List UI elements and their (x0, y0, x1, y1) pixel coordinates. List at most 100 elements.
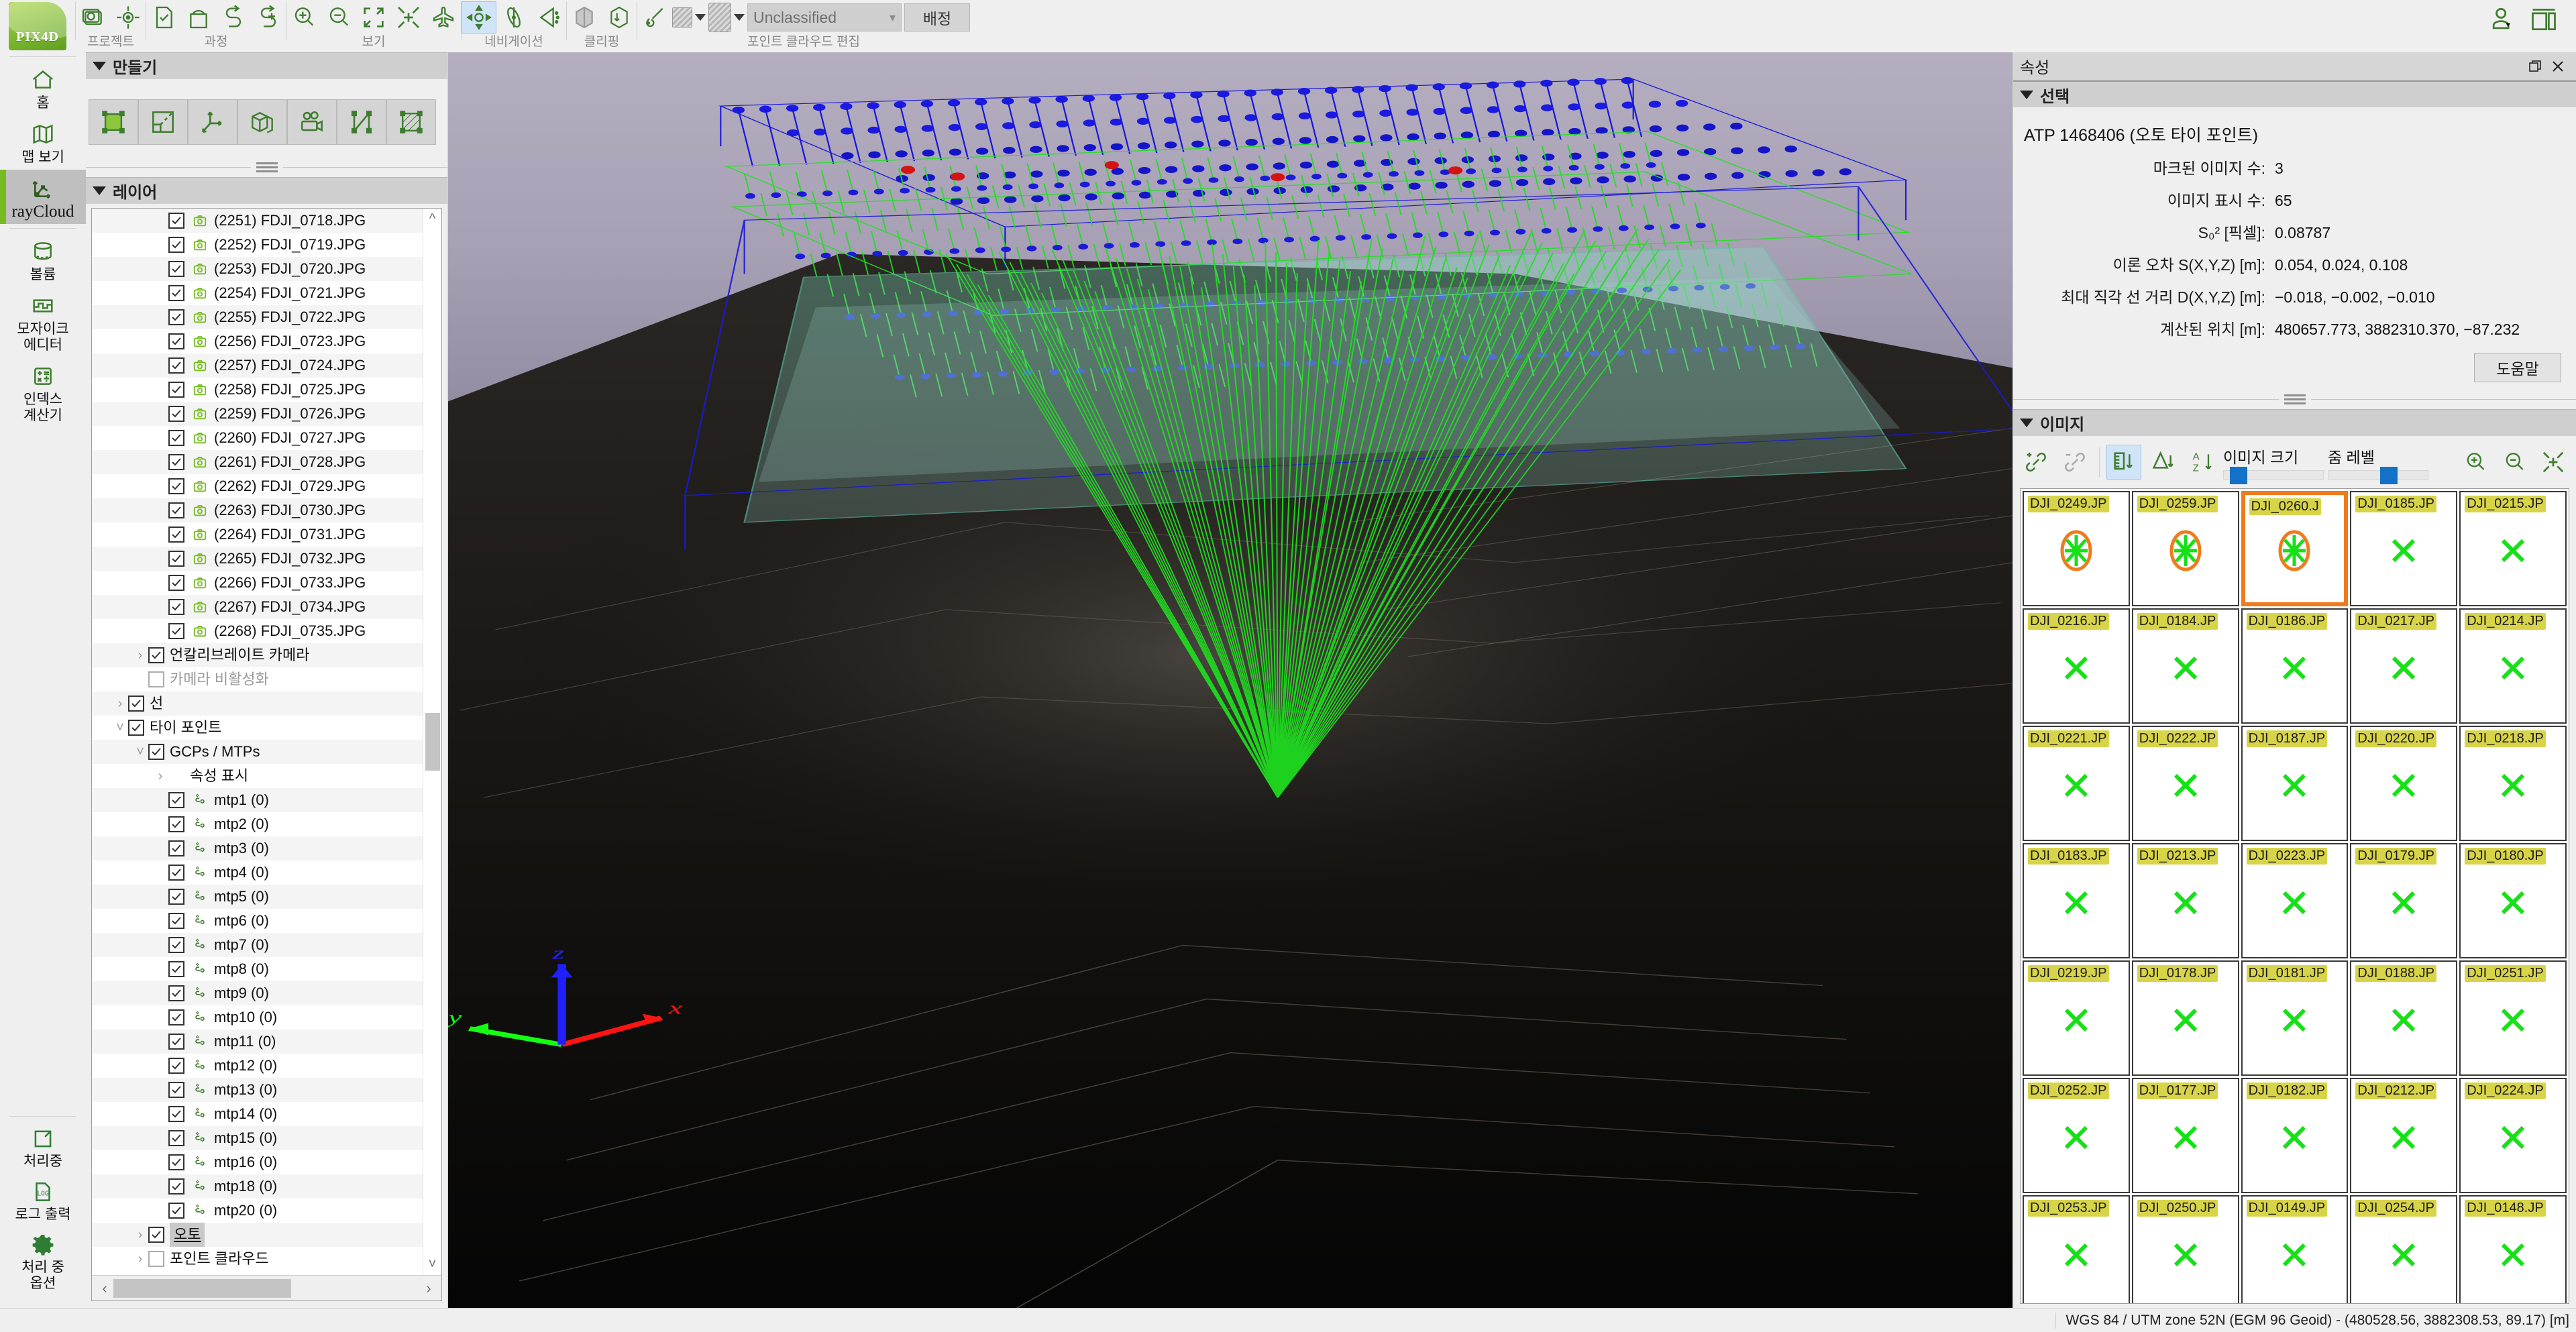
chevron-down-icon[interactable]: ˅ (112, 716, 128, 740)
zoom-out-icon[interactable] (321, 1, 356, 34)
layers-tree-hscrollbar[interactable]: ‹ › (92, 1275, 441, 1300)
layer-checkbox[interactable] (168, 623, 184, 639)
tree-row-mtp[interactable]: mtp13 (0) (92, 1078, 423, 1102)
image-thumbnail[interactable]: DJI_0178.JP (2131, 960, 2239, 1076)
layers-panel-header[interactable]: 레이어 (86, 177, 447, 204)
image-thumbnail[interactable]: DJI_0219.JP (2023, 960, 2130, 1076)
tree-row-image[interactable]: (2254) FDJI_0721.JPG (92, 281, 423, 305)
rail-item-processing-options[interactable]: 처리 중 옵션 (0, 1227, 86, 1296)
link-remove-icon[interactable] (2057, 445, 2092, 480)
tree-row-node[interactable]: ˅ GCPs / MTPs (92, 740, 423, 764)
layer-checkbox[interactable] (168, 985, 184, 1001)
chevron-down-icon[interactable] (695, 14, 706, 21)
image-thumbnails-container[interactable]: DJI_0249.JP DJI_0259.JP DJI_0260.J DJI_0185… (2020, 488, 2569, 1304)
image-thumbnail[interactable]: DJI_0221.JP (2023, 726, 2130, 841)
rail-item-map-view[interactable]: 맵 보기 (0, 115, 86, 170)
clipping-plane-icon[interactable] (602, 1, 637, 34)
scroll-thumb[interactable] (425, 713, 440, 771)
image-thumbnail[interactable]: DJI_0260.J (2241, 491, 2349, 606)
tree-row-image[interactable]: (2253) FDJI_0720.JPG (92, 257, 423, 281)
layer-checkbox[interactable] (168, 1034, 184, 1050)
sort-by-angle-icon[interactable] (2145, 445, 2180, 480)
layer-checkbox[interactable] (168, 551, 184, 567)
tree-row-image[interactable]: (2265) FDJI_0732.JPG (92, 547, 423, 571)
image-thumbnail[interactable]: DJI_0188.JP (2350, 960, 2458, 1076)
chevron-down-icon[interactable] (734, 14, 745, 21)
reoptimize-icon[interactable] (216, 1, 251, 34)
tree-row-image[interactable]: (2258) FDJI_0725.JPG (92, 378, 423, 402)
hscroll-thumb[interactable] (113, 1278, 292, 1298)
assign-button[interactable]: 배정 (904, 3, 970, 32)
rail-item-volume[interactable]: 볼륨 (0, 233, 86, 287)
create-video-animation-icon[interactable] (287, 99, 337, 145)
layer-checkbox[interactable] (168, 1130, 184, 1146)
create-polyline-icon[interactable] (337, 99, 386, 145)
image-thumbnail[interactable]: DJI_0185.JP (2350, 491, 2458, 606)
tree-row-image[interactable]: (2263) FDJI_0730.JPG (92, 498, 423, 522)
tree-row-image[interactable]: (2256) FDJI_0723.JPG (92, 329, 423, 353)
image-thumbnail[interactable]: DJI_0220.JP (2350, 726, 2458, 841)
tree-row-image[interactable]: (2267) FDJI_0734.JPG (92, 595, 423, 619)
layer-checkbox[interactable] (168, 1106, 184, 1122)
tree-row-auto[interactable]: › 오토 (92, 1223, 423, 1247)
tree-row-mtp[interactable]: mtp2 (0) (92, 812, 423, 836)
create-object-icon[interactable] (237, 99, 287, 145)
layer-checkbox[interactable] (168, 261, 184, 277)
layers-tree[interactable]: (2251) FDJI_0718.JPG (2252) FDJI_0719.JPG… (92, 209, 423, 1275)
tree-row-mtp[interactable]: mtp1 (0) (92, 788, 423, 812)
image-thumbnail[interactable]: DJI_0213.JP (2131, 843, 2239, 958)
tree-row-mtp[interactable]: mtp8 (0) (92, 957, 423, 981)
image-thumbnail[interactable]: DJI_0148.JP (2459, 1195, 2567, 1303)
layer-checkbox[interactable] (148, 647, 164, 663)
tree-row-mtp[interactable]: mtp14 (0) (92, 1102, 423, 1126)
layer-checkbox[interactable] (168, 382, 184, 398)
collapse-triangle-icon[interactable] (2020, 419, 2033, 427)
image-thumbnail[interactable]: DJI_0254.JP (2350, 1195, 2458, 1303)
chevron-right-icon[interactable]: › (132, 643, 148, 667)
create-scale-constraint-icon[interactable] (138, 99, 188, 145)
layer-checkbox[interactable] (168, 430, 184, 446)
image-thumbnail[interactable]: DJI_0177.JP (2131, 1078, 2239, 1193)
tree-row-node[interactable]: ˅ 타이 포인트 (92, 716, 423, 740)
layer-checkbox[interactable] (168, 840, 184, 856)
tree-row-image[interactable]: (2257) FDJI_0724.JPG (92, 353, 423, 378)
tree-row-mtp[interactable]: mtp5 (0) (92, 885, 423, 909)
rematch-icon[interactable] (251, 1, 286, 34)
tree-row-mtp[interactable]: mtp16 (0) (92, 1150, 423, 1174)
image-thumbnail[interactable]: DJI_0182.JP (2241, 1078, 2349, 1193)
collapse-triangle-icon[interactable] (93, 62, 106, 70)
tree-row-image[interactable]: (2268) FDJI_0735.JPG (92, 619, 423, 643)
navigate-move-icon[interactable] (462, 1, 496, 34)
image-thumbnail[interactable]: DJI_0249.JP (2023, 491, 2130, 606)
tree-row-image[interactable]: (2260) FDJI_0727.JPG (92, 426, 423, 450)
rail-item-processing[interactable]: 처리중 (0, 1121, 86, 1174)
image-thumbnail[interactable]: DJI_0181.JP (2241, 960, 2349, 1076)
image-thumbnail[interactable]: DJI_0252.JP (2023, 1078, 2130, 1193)
image-size-slider[interactable] (2223, 467, 2324, 484)
layer-checkbox[interactable] (168, 454, 184, 470)
image-thumbnail[interactable]: DJI_0223.JP (2241, 843, 2349, 958)
tree-row-image[interactable]: (2262) FDJI_0729.JPG (92, 474, 423, 498)
layers-tree-scrollbar[interactable]: ^ ˅ (423, 209, 441, 1275)
navigate-orbit-icon[interactable] (496, 1, 531, 34)
layer-checkbox[interactable] (168, 792, 184, 808)
image-thumbnail[interactable]: DJI_0187.JP (2241, 726, 2349, 841)
process-check-icon[interactable] (146, 1, 181, 34)
tree-row-mtp[interactable]: mtp4 (0) (92, 861, 423, 885)
scroll-up-arrow-icon[interactable]: ^ (429, 211, 435, 227)
zoom-in-icon[interactable] (286, 1, 321, 34)
new-project-icon[interactable] (76, 1, 111, 34)
tree-row-mtp[interactable]: mtp20 (0) (92, 1199, 423, 1223)
layer-checkbox[interactable] (168, 1009, 184, 1025)
image-thumbnail[interactable]: DJI_0224.JP (2459, 1078, 2567, 1193)
layer-checkbox[interactable] (168, 502, 184, 518)
image-thumbnail[interactable]: DJI_0183.JP (2023, 843, 2130, 958)
layer-checkbox[interactable] (168, 575, 184, 591)
zoom-in-icon[interactable] (2458, 445, 2493, 480)
image-thumbnail[interactable]: DJI_0214.JP (2459, 608, 2567, 724)
layer-checkbox[interactable] (168, 333, 184, 349)
layer-checkbox[interactable] (128, 720, 144, 736)
densify-icon[interactable] (181, 1, 216, 34)
image-thumbnail[interactable]: DJI_0216.JP (2023, 608, 2130, 724)
tree-row-mtp[interactable]: mtp7 (0) (92, 933, 423, 957)
